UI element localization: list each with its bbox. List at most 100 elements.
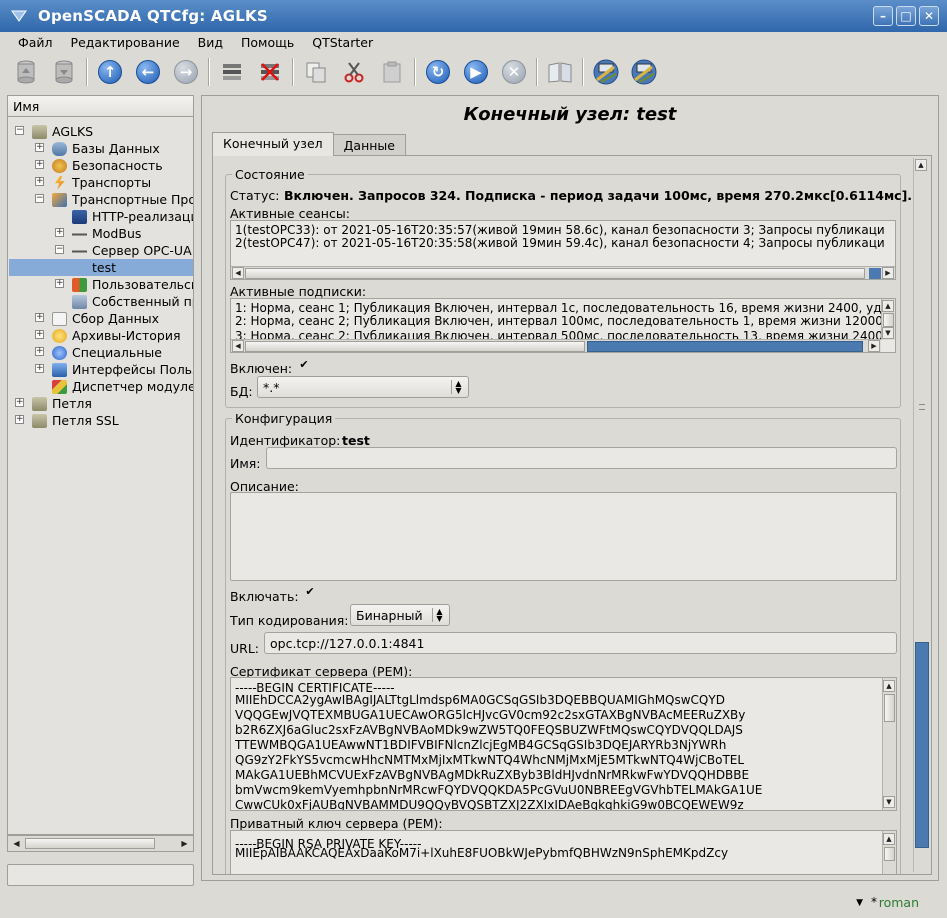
tree-item-archives[interactable]: Архивы-История	[52, 327, 180, 344]
expand-icon[interactable]: +	[35, 313, 44, 322]
tree-item-loop-ssl[interactable]: Петля SSL	[32, 412, 119, 429]
collapse-icon[interactable]: −	[35, 194, 44, 203]
expand-icon[interactable]: +	[35, 160, 44, 169]
url-field[interactable]: opc.tcp://127.0.0.1:4841	[264, 632, 897, 654]
expand-icon[interactable]: +	[55, 228, 64, 237]
subscriptions-list[interactable]: 1: Норма, сеанс 1; Публикация Включен, и…	[230, 298, 896, 353]
cut-icon[interactable]	[338, 56, 370, 88]
expand-icon[interactable]: +	[35, 143, 44, 152]
close-button[interactable]: ✕	[919, 6, 939, 26]
tree-item-user-protocols[interactable]: Пользовательск	[72, 276, 193, 293]
dropdown-triangle-icon[interactable]: ▼	[856, 898, 863, 908]
db-select[interactable]: *.* ▲ ▼	[257, 376, 469, 398]
up-icon[interactable]: ↑	[94, 56, 126, 88]
current-user[interactable]: roman	[879, 895, 919, 910]
tree-item-data-acquisition[interactable]: Сбор Данных	[52, 310, 159, 327]
tree-item-aglks[interactable]: AGLKS	[32, 123, 93, 140]
tab-endpoint[interactable]: Конечный узел	[212, 132, 334, 156]
scroll-right-icon[interactable]: ▶	[882, 267, 894, 279]
tree-horizontal-scrollbar[interactable]: ◀ ▶	[7, 835, 194, 852]
enabled-checkbox[interactable]: ✔	[298, 359, 310, 371]
name-field[interactable]	[266, 447, 897, 469]
protocol-icon	[52, 192, 67, 207]
tree-item-user-interfaces[interactable]: Интерфейсы Польз	[52, 361, 193, 378]
scroll-thumb[interactable]	[884, 694, 895, 722]
scroll-right-icon[interactable]: ▶	[868, 340, 880, 352]
start-icon[interactable]: ▶	[460, 56, 492, 88]
tree-item-specials[interactable]: Специальные	[52, 344, 162, 361]
module-icon-2[interactable]	[628, 56, 660, 88]
collapse-icon[interactable]: −	[15, 126, 24, 135]
expand-icon[interactable]: +	[35, 364, 44, 373]
certificate-vertical-scrollbar[interactable]: ▲ ▼	[882, 678, 896, 810]
scroll-thumb[interactable]	[25, 838, 155, 849]
sessions-horizontal-scrollbar[interactable]: ◀ ▶	[231, 266, 895, 279]
scroll-right-icon[interactable]: ▶	[177, 836, 192, 851]
tree-item-loop[interactable]: Петля	[32, 395, 92, 412]
menu-help[interactable]: Помощь	[232, 35, 303, 50]
sessions-list[interactable]: 1(testOPC33): от 2021-05-16T20:35:57(жив…	[230, 220, 896, 280]
tree-item-modbus[interactable]: ModBus	[72, 225, 141, 242]
scroll-left-icon[interactable]: ◀	[9, 836, 24, 851]
tree-item-transport-protocols[interactable]: Транспортные Про	[52, 191, 193, 208]
tree-header[interactable]: Имя	[7, 95, 194, 117]
stop-icon[interactable]: ✕	[498, 56, 530, 88]
tree-item-opcua-server[interactable]: Сервер OPC-UA	[72, 242, 192, 259]
delete-item-icon[interactable]	[254, 56, 286, 88]
scroll-thumb[interactable]	[884, 847, 895, 861]
tree-item-test[interactable]: test	[9, 259, 193, 276]
tree-item-self-protocol[interactable]: Собственный пр	[72, 293, 193, 310]
db-load-icon[interactable]	[10, 56, 42, 88]
expand-icon[interactable]: +	[35, 330, 44, 339]
scroll-thumb[interactable]	[883, 313, 894, 327]
copy-icon[interactable]	[300, 56, 332, 88]
scroll-left-icon[interactable]: ◀	[232, 340, 244, 352]
menu-file[interactable]: Файл	[9, 35, 62, 50]
add-item-icon[interactable]	[216, 56, 248, 88]
expand-icon[interactable]: +	[35, 177, 44, 186]
paste-icon[interactable]	[376, 56, 408, 88]
tree-item-transports[interactable]: Транспорты	[52, 174, 151, 191]
collapse-icon[interactable]: −	[55, 245, 64, 254]
expand-icon[interactable]: +	[55, 279, 64, 288]
scroll-thumb[interactable]	[915, 642, 929, 848]
content-vertical-scrollbar[interactable]: ▲	[913, 158, 929, 872]
scroll-down-icon[interactable]: ▼	[883, 796, 895, 808]
scroll-up-icon[interactable]: ▲	[882, 300, 894, 312]
certificate-field[interactable]: -----BEGIN CERTIFICATE----- MIIEhDCCA2yg…	[230, 677, 897, 811]
module-icon-1[interactable]	[590, 56, 622, 88]
back-icon[interactable]: ←	[132, 56, 164, 88]
expand-icon[interactable]: +	[35, 347, 44, 356]
subscriptions-horizontal-scrollbar[interactable]: ◀ ▶	[231, 339, 881, 352]
minimize-button[interactable]: –	[873, 6, 893, 26]
to-enable-checkbox[interactable]: ✔	[304, 586, 316, 598]
encoding-select[interactable]: Бинарный ▲ ▼	[350, 604, 450, 626]
expand-icon[interactable]: +	[15, 398, 24, 407]
scroll-left-icon[interactable]: ◀	[232, 267, 244, 279]
maximize-button[interactable]: □	[896, 6, 916, 26]
tree-item-http[interactable]: HTTP-реализаци	[72, 208, 193, 225]
scroll-down-icon[interactable]: ▼	[882, 327, 894, 339]
forward-icon[interactable]: →	[170, 56, 202, 88]
scroll-thumb[interactable]	[245, 341, 585, 352]
menu-qtstarter[interactable]: QTStarter	[303, 35, 382, 50]
scroll-thumb[interactable]	[245, 268, 865, 279]
tree-view[interactable]: AGLKS − Базы Данных + Безопасность + Тра…	[7, 117, 194, 835]
expand-icon[interactable]: +	[15, 415, 24, 424]
tab-data[interactable]: Данные	[332, 134, 406, 156]
private-key-field[interactable]: -----BEGIN RSA PRIVATE KEY----- MIIEpAIB…	[230, 830, 897, 874]
scroll-up-icon[interactable]: ▲	[915, 159, 927, 171]
tree-item-databases[interactable]: Базы Данных	[52, 140, 160, 157]
scroll-up-icon[interactable]: ▲	[883, 833, 895, 845]
menu-edit[interactable]: Редактирование	[62, 35, 189, 50]
description-field[interactable]	[230, 492, 897, 581]
refresh-icon[interactable]: ↻	[422, 56, 454, 88]
private-key-vertical-scrollbar[interactable]: ▲	[882, 831, 896, 874]
tree-item-security[interactable]: Безопасность	[52, 157, 163, 174]
menu-view[interactable]: Вид	[189, 35, 232, 50]
db-save-icon[interactable]	[48, 56, 80, 88]
manual-icon[interactable]	[544, 56, 576, 88]
subscriptions-vertical-scrollbar[interactable]: ▲ ▼	[881, 299, 895, 340]
scroll-up-icon[interactable]: ▲	[883, 680, 895, 692]
tree-item-module-manager[interactable]: Диспетчер модуле	[52, 378, 193, 395]
